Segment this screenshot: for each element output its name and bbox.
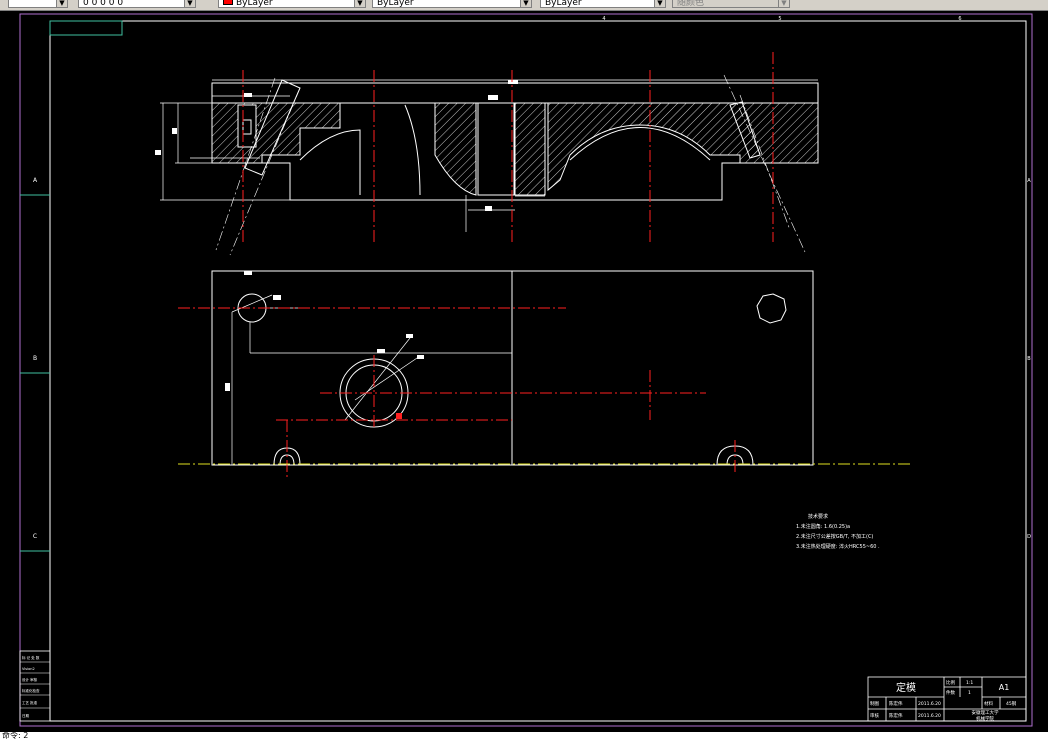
command-line-text: 命令: 2 bbox=[2, 732, 29, 740]
zone-letter-right-0: A bbox=[1027, 178, 1031, 184]
lineweight-combo[interactable]: ByLayer ▼ bbox=[540, 0, 666, 8]
linetype-combo-value: ByLayer bbox=[377, 0, 414, 8]
hatch-left bbox=[211, 102, 341, 164]
chevron-down-icon[interactable]: ▼ bbox=[354, 0, 365, 7]
title-part-name: 定模 bbox=[896, 681, 916, 694]
layer-combo-value: 0 0 0 0 0 bbox=[83, 0, 124, 8]
plotstyle-combo[interactable]: 随颜色 ▼ bbox=[672, 0, 790, 8]
revision-row-5: 日期 bbox=[22, 713, 29, 718]
plotstyle-combo-value: 随颜色 bbox=[677, 0, 705, 8]
revision-row-3: 标准化检查 bbox=[22, 688, 40, 693]
chevron-down-icon[interactable]: ▼ bbox=[778, 0, 789, 7]
arc-bore-left bbox=[299, 129, 361, 195]
title-sheet-size: A1 bbox=[999, 683, 1010, 692]
arc-bore-mid bbox=[404, 104, 421, 196]
title-row-label-0: 制图 bbox=[870, 700, 879, 707]
title-date-2: 2011.6.20 bbox=[918, 713, 941, 719]
title-qty-label: 件数 bbox=[946, 689, 955, 696]
title-material-value: 45钢 bbox=[1006, 700, 1017, 707]
zone-letter-left-1: B bbox=[33, 355, 37, 362]
zone-number-top-0: 4 bbox=[602, 16, 605, 22]
color-combo-value: ByLayer bbox=[236, 0, 273, 8]
linetype-combo[interactable]: ByLayer ▼ bbox=[372, 0, 532, 8]
color-combo[interactable]: ByLayer ▼ bbox=[218, 0, 366, 8]
zone-number-top-1: 5 bbox=[778, 16, 781, 22]
title-checker: 陈宏伟 bbox=[889, 712, 903, 719]
zone-number-top-2: 6 bbox=[958, 16, 961, 22]
pocket-left bbox=[237, 104, 257, 148]
revision-row-0: 标 记 处 数 bbox=[22, 655, 40, 660]
revision-block: 标 记 处 数 Vision2 设计 审核 标准化检查 工艺 批准 日期 bbox=[19, 650, 51, 722]
title-scale-label: 比例 bbox=[946, 679, 955, 686]
guide-hole-right bbox=[756, 293, 787, 324]
revision-row-4: 工艺 批准 bbox=[22, 700, 38, 705]
zone-letter-right-1: B bbox=[1027, 356, 1031, 362]
workspace-combo[interactable]: ▼ bbox=[8, 0, 68, 8]
drawing-canvas[interactable]: A B C A B D 4 5 6 技术要求 1.未注圆角: 1.6(0.25)… bbox=[0, 10, 1048, 732]
zone-letter-left-2: C bbox=[33, 533, 37, 540]
title-date-1: 2011.6.20 bbox=[918, 701, 941, 707]
revision-row-1: Vision2 bbox=[22, 667, 35, 671]
bore-slot bbox=[477, 102, 515, 196]
tech-req-heading: 技术要求 bbox=[808, 513, 828, 520]
sheet-label-box bbox=[49, 20, 123, 36]
command-line[interactable]: 命令: 2 bbox=[0, 732, 1048, 740]
tech-req-line-3: 3.未注热处理硬度: 淬火HRC55~60 . bbox=[796, 543, 880, 550]
lineweight-combo-value: ByLayer bbox=[545, 0, 582, 8]
title-scale-value: 1:1 bbox=[966, 680, 973, 686]
chevron-down-icon[interactable]: ▼ bbox=[56, 0, 67, 7]
chevron-down-icon[interactable]: ▼ bbox=[520, 0, 531, 7]
centerlines-plan bbox=[178, 307, 736, 480]
title-row-label-1: 审核 bbox=[870, 712, 879, 719]
hatch-right bbox=[547, 102, 819, 192]
title-dept: 机械学院 bbox=[976, 715, 994, 722]
color-swatch-icon bbox=[223, 0, 233, 5]
layer-combo[interactable]: 0 0 0 0 0 ▼ bbox=[78, 0, 196, 8]
tech-req-line-2: 2.未注尺寸公差按GB/T, 不加工(C) bbox=[796, 533, 873, 540]
chevron-down-icon[interactable]: ▼ bbox=[654, 0, 665, 7]
plan-view bbox=[211, 270, 814, 466]
chevron-down-icon[interactable]: ▼ bbox=[184, 0, 195, 7]
title-material-label: 材料 bbox=[984, 700, 993, 707]
tech-req-line-1: 1.未注圆角: 1.6(0.25)a bbox=[796, 523, 850, 530]
sprue-bore-inner bbox=[345, 364, 403, 422]
left-zone-strip bbox=[20, 194, 50, 552]
technical-requirements: 技术要求 1.未注圆角: 1.6(0.25)a 2.未注尺寸公差按GB/T, 不… bbox=[796, 513, 880, 550]
title-qty-value: 1 bbox=[968, 690, 971, 696]
title-company: 安徽理工大学 bbox=[972, 709, 999, 716]
revision-row-2: 设计 审核 bbox=[22, 677, 38, 682]
zone-letter-left-0: A bbox=[33, 177, 38, 184]
title-designer: 陈宏伟 bbox=[889, 700, 903, 707]
section-view bbox=[155, 74, 819, 256]
zone-letter-right-2: D bbox=[1027, 534, 1031, 540]
